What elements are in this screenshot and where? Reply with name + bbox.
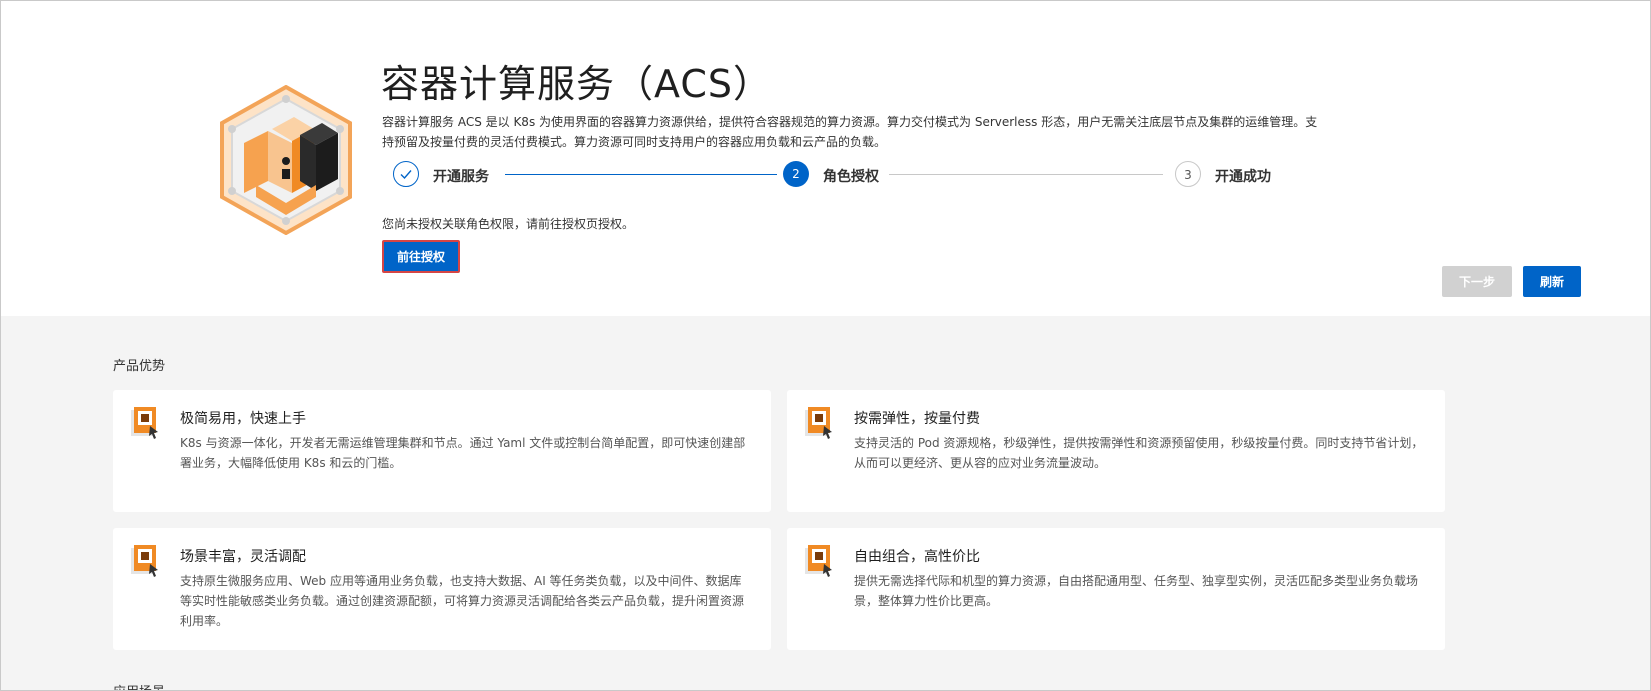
step-3-label: 开通成功 xyxy=(1215,169,1271,185)
authorization-notice: 您尚未授权关联角色权限，请前往授权页授权。 xyxy=(382,217,635,231)
acs-logo-icon xyxy=(220,85,352,235)
product-feature-icon xyxy=(805,545,832,577)
step-2-connector xyxy=(889,174,1163,175)
step-2-number: 2 xyxy=(783,161,809,187)
product-feature-icon xyxy=(131,407,158,439)
go-authorize-button[interactable]: 前往授权 xyxy=(382,240,460,273)
product-feature-icon xyxy=(131,545,158,577)
advantages-title: 产品优势 xyxy=(113,359,166,374)
advantage-card-title: 自由组合，高性价比 xyxy=(854,549,980,565)
step-1-check-icon xyxy=(393,161,419,187)
step-2-label: 角色授权 xyxy=(823,169,879,185)
page: 容器计算服务（ACS） 容器计算服务 ACS 是以 K8s 为使用界面的容器算力… xyxy=(0,0,1651,691)
advantage-card-title: 极简易用，快速上手 xyxy=(180,411,306,427)
page-title: 容器计算服务（ACS） xyxy=(381,62,772,106)
step-1-connector xyxy=(505,174,777,175)
step-3-number: 3 xyxy=(1175,161,1201,187)
advantage-card-description: 支持原生微服务应用、Web 应用等通用业务负载，也支持大数据、AI 等任务类负载… xyxy=(180,574,745,628)
advantage-card-title: 场景丰富，灵活调配 xyxy=(180,549,306,565)
advantage-card: 极简易用，快速上手 K8s 与资源一体化，开发者无需运维管理集群和节点。通过 Y… xyxy=(113,390,771,512)
advantage-card-description: 提供无需选择代际和机型的算力资源，自由搭配通用型、任务型、独享型实例，灵活匹配多… xyxy=(854,574,1419,608)
step-indicator: 开通服务 2 角色授权 3 开通成功 xyxy=(393,161,1293,191)
advantage-card-description: K8s 与资源一体化，开发者无需运维管理集群和节点。通过 Yaml 文件或控制台… xyxy=(180,436,746,470)
step-1-label: 开通服务 xyxy=(433,169,489,185)
page-description: 容器计算服务 ACS 是以 K8s 为使用界面的容器算力资源供给，提供符合容器规… xyxy=(382,115,1318,149)
product-feature-icon xyxy=(805,407,832,439)
next-step-button[interactable]: 下一步 xyxy=(1442,266,1512,297)
advantage-card-description: 支持灵活的 Pod 资源规格，秒级弹性，提供按需弹性和资源预留使用，秒级按量付费… xyxy=(854,436,1424,470)
advantage-card: 场景丰富，灵活调配 支持原生微服务应用、Web 应用等通用业务负载，也支持大数据… xyxy=(113,528,771,650)
advantage-card-title: 按需弹性，按量付费 xyxy=(854,411,980,427)
hero-section: 容器计算服务（ACS） 容器计算服务 ACS 是以 K8s 为使用界面的容器算力… xyxy=(1,1,1650,316)
refresh-button[interactable]: 刷新 xyxy=(1523,266,1581,297)
advantage-card: 按需弹性，按量付费 支持灵活的 Pod 资源规格，秒级弹性，提供按需弹性和资源预… xyxy=(787,390,1445,512)
advantage-card: 自由组合，高性价比 提供无需选择代际和机型的算力资源，自由搭配通用型、任务型、独… xyxy=(787,528,1445,650)
next-section-title: 应用场景 xyxy=(113,681,165,690)
